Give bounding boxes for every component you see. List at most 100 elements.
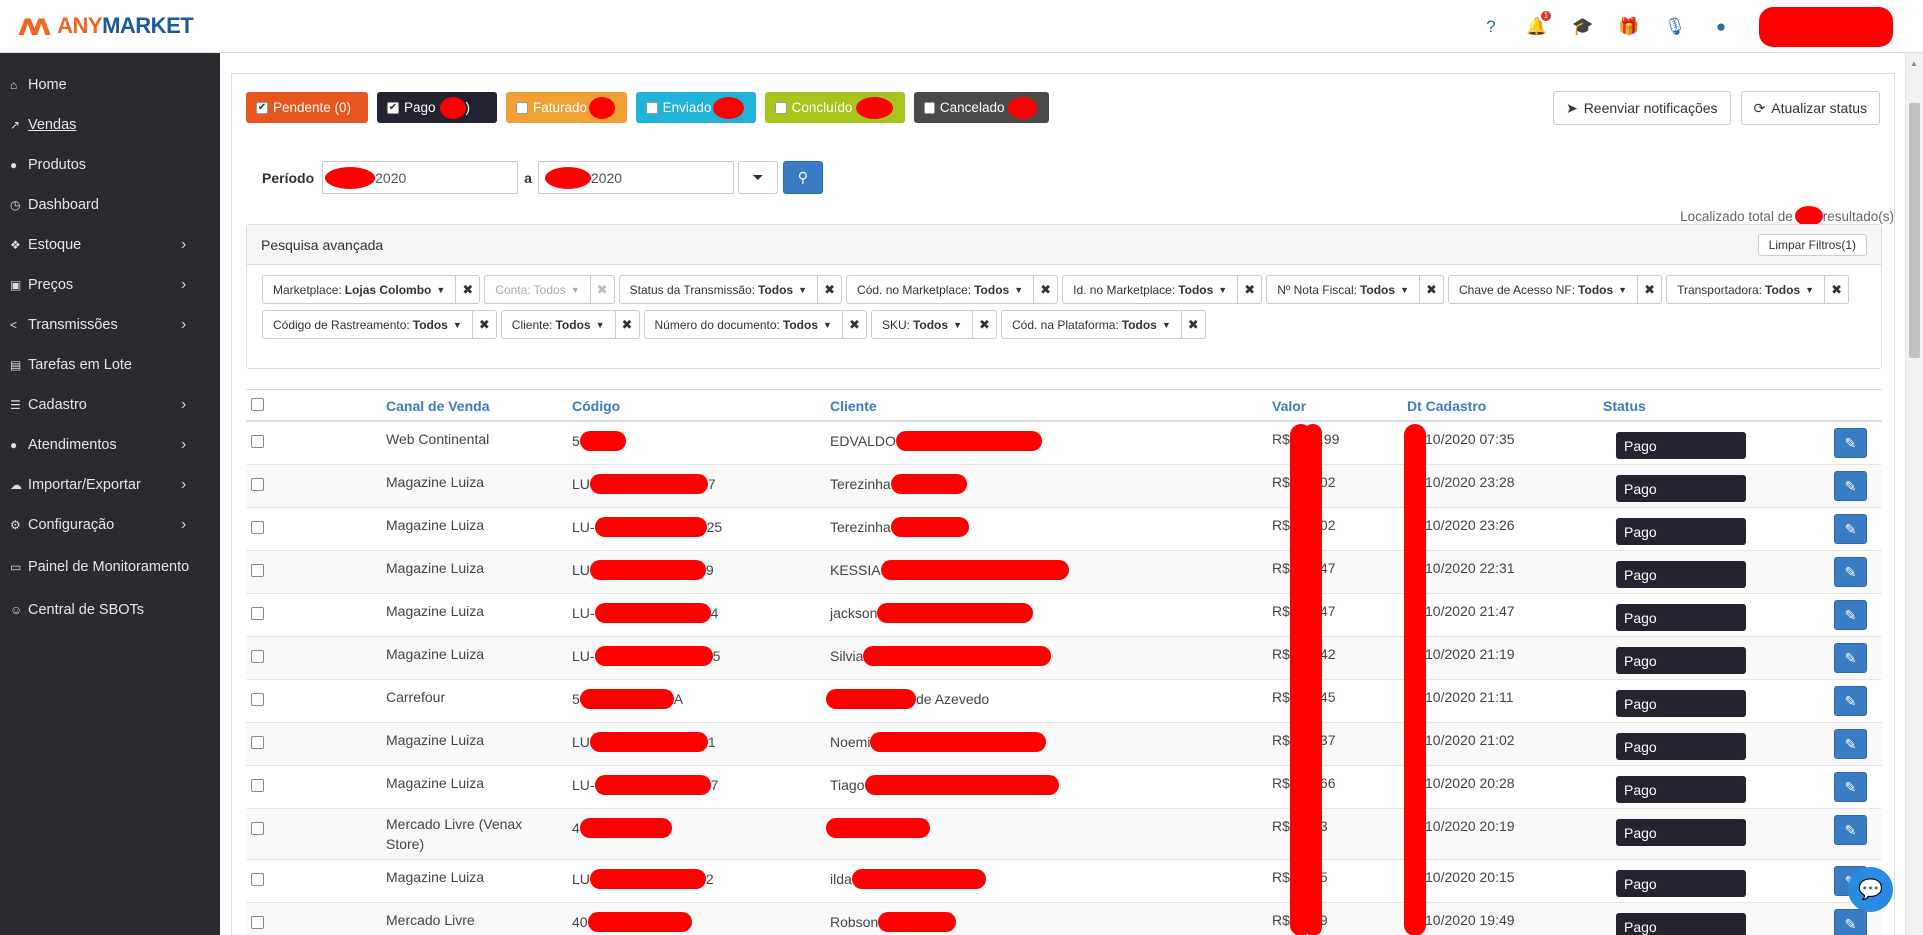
row-checkbox[interactable] xyxy=(251,873,264,886)
period-from-input[interactable]: 2020 xyxy=(322,161,519,194)
table-row[interactable]: Magazine Luiza LU- 7 Tiago R$ 66 10/2020 20:28… xyxy=(246,766,1882,809)
edit-button[interactable]: ✎ xyxy=(1834,772,1867,802)
period-to-input[interactable]: 2020 xyxy=(537,161,734,194)
edit-button[interactable]: ✎ xyxy=(1834,729,1867,759)
checkbox-checked-icon[interactable]: ✔ xyxy=(387,101,399,114)
edit-button[interactable]: ✎ xyxy=(1834,600,1867,630)
filter-chip-dropdown[interactable]: Id. no Marketplace: Todos ▼ xyxy=(1062,275,1239,304)
column-date[interactable]: Dt Cadastro xyxy=(1407,398,1486,414)
row-checkbox[interactable] xyxy=(251,822,264,835)
remove-filter-icon[interactable]: ✖ xyxy=(615,310,640,339)
filter-chip-dropdown[interactable]: Status da Transmissão: Todos ▼ xyxy=(618,275,819,304)
table-row[interactable]: Magazine Luiza LU- 5 Silvia R$ 42 10/2020 21:1… xyxy=(246,637,1882,680)
remove-filter-icon[interactable]: ✖ xyxy=(842,310,867,339)
checkbox-checked-icon[interactable]: ✔ xyxy=(256,101,268,114)
row-checkbox[interactable] xyxy=(251,650,264,663)
filter-chip-dropdown[interactable]: Código de Rastreamento: Todos ▼ xyxy=(262,310,473,339)
table-row[interactable]: Mercado Livre (Venax Store) 4 R$ 3 10/2020 2… xyxy=(246,809,1882,860)
row-checkbox[interactable] xyxy=(251,478,264,491)
refresh-status-button[interactable]: ⟳ Atualizar status xyxy=(1740,91,1880,125)
microphone-slash-icon[interactable]: 🎙 xyxy=(1663,17,1687,37)
sidebar-item-home[interactable]: ⌂ Home xyxy=(0,65,220,105)
edit-button[interactable]: ✎ xyxy=(1834,428,1867,458)
edit-button[interactable]: ✎ xyxy=(1834,815,1867,845)
sidebar-item-configuracao[interactable]: ⚙ Configuração › xyxy=(0,505,220,545)
sidebar-item-precos[interactable]: ▣ Preços › xyxy=(0,265,220,305)
checkbox-icon[interactable] xyxy=(924,101,935,114)
filter-chip-dropdown[interactable]: Número do documento: Todos ▼ xyxy=(643,310,843,339)
remove-filter-icon[interactable]: ✖ xyxy=(1034,275,1059,304)
remove-filter-icon[interactable]: ✖ xyxy=(456,275,481,304)
column-channel[interactable]: Canal de Venda xyxy=(386,398,489,414)
table-row[interactable]: Carrefour 5 Ade Azevedo R$ 45 10/2020 21:11 Pa… xyxy=(246,680,1882,723)
row-checkbox[interactable] xyxy=(251,916,264,929)
page-scrollbar[interactable]: ▲ xyxy=(1905,53,1923,935)
anymarket-logo[interactable]: ʌʌ ANYMARKET xyxy=(18,11,194,41)
filter-chip-dropdown[interactable]: Conta: Todos ▼ xyxy=(484,275,591,304)
sidebar-item-importar-exportar[interactable]: ☁ Importar/Exportar › xyxy=(0,465,220,505)
remove-filter-icon[interactable]: ✖ xyxy=(818,275,843,304)
sidebar-item-transmissoes[interactable]: < Transmissões › xyxy=(0,305,220,345)
row-checkbox[interactable] xyxy=(251,435,264,448)
edit-button[interactable]: ✎ xyxy=(1834,557,1867,587)
sidebar-item-central-de-sbots[interactable]: ☺ Central de SBOTs xyxy=(0,588,220,631)
scroll-thumb[interactable] xyxy=(1909,103,1920,358)
row-checkbox[interactable] xyxy=(251,607,264,620)
resend-notifications-button[interactable]: ➤ Reenviar notificações xyxy=(1552,91,1731,125)
filter-button[interactable]: ⏷ xyxy=(737,161,778,194)
table-row[interactable]: Magazine Luiza LU 7 Terezinha R$ 02 10/2020 23… xyxy=(246,465,1882,508)
filter-chip-dropdown[interactable]: Cód. na Plataforma: Todos ▼ xyxy=(1000,310,1182,339)
row-checkbox[interactable] xyxy=(251,779,264,792)
remove-filter-icon[interactable]: ✖ xyxy=(972,310,997,339)
table-row[interactable]: Magazine Luiza LU- 25 Terezinha R$ 02 10/2020 … xyxy=(246,508,1882,551)
edit-button[interactable]: ✎ xyxy=(1834,514,1867,544)
clear-filters-button[interactable]: Limpar Filtros(1) xyxy=(1757,234,1867,256)
remove-filter-icon[interactable]: ✖ xyxy=(1238,275,1263,304)
filter-enviado-button[interactable]: Enviado xyxy=(636,92,756,123)
filter-chip-dropdown[interactable]: Marketplace: Lojas Colombo ▼ xyxy=(262,275,457,304)
user-menu[interactable] xyxy=(1759,6,1893,47)
bell-icon[interactable]: 🔔 1 xyxy=(1525,10,1551,37)
row-checkbox[interactable] xyxy=(251,521,264,534)
column-code[interactable]: Código xyxy=(572,398,620,414)
chat-button[interactable]: 💬 xyxy=(1848,867,1893,912)
remove-filter-icon[interactable]: ✖ xyxy=(472,310,497,339)
table-row[interactable]: Mercado Livre 40 Robson R$ 9 10/2020 19:49 Pag… xyxy=(246,903,1882,935)
remove-filter-icon[interactable]: ✖ xyxy=(1419,275,1444,304)
filter-faturado-button[interactable]: Faturado xyxy=(506,92,627,123)
edit-button[interactable]: ✎ xyxy=(1834,471,1867,501)
filter-chip-dropdown[interactable]: Cliente: Todos ▼ xyxy=(500,310,616,339)
search-button[interactable]: ⚲ xyxy=(782,161,823,194)
row-checkbox[interactable] xyxy=(251,736,264,749)
help-icon[interactable]: ? xyxy=(1479,17,1503,37)
filter-chip-dropdown[interactable]: Cód. no Marketplace: Todos ▼ xyxy=(846,275,1035,304)
checkbox-icon[interactable] xyxy=(646,101,658,114)
table-row[interactable]: Magazine Luiza LU 1 Noemi R$ 37 10/2020 21:02 P… xyxy=(246,723,1882,766)
globe-icon[interactable]: ● xyxy=(1709,17,1733,37)
edit-button[interactable]: ✎ xyxy=(1834,909,1867,935)
column-value[interactable]: Valor xyxy=(1272,398,1306,414)
row-checkbox[interactable] xyxy=(251,693,264,706)
checkbox-icon[interactable] xyxy=(775,101,787,114)
remove-filter-icon[interactable]: ✖ xyxy=(1638,275,1663,304)
filter-chip-dropdown[interactable]: Chave de Acesso NF: Todos ▼ xyxy=(1447,275,1639,304)
filter-pendente-button[interactable]: ✔ Pendente (0) xyxy=(246,92,368,123)
checkbox-icon[interactable] xyxy=(516,101,528,114)
filter-chip-dropdown[interactable]: Nº Nota Fiscal: Todos ▼ xyxy=(1266,275,1420,304)
sidebar-item-vendas[interactable]: ↗ Vendas xyxy=(0,105,220,145)
table-row[interactable]: Magazine Luiza LU 9 KESSIA R$ 47 10/2020 22:31… xyxy=(246,551,1882,594)
sidebar-item-painel-de-monitoramento[interactable]: ▭ Painel de Monitoramento xyxy=(0,545,220,588)
table-row[interactable]: Magazine Luiza LU- 4 jackson R$ 47 10/2020 21:… xyxy=(246,594,1882,637)
sidebar-item-estoque[interactable]: ❖ Estoque › xyxy=(0,225,220,265)
filter-chip-dropdown[interactable]: Transportadora: Todos ▼ xyxy=(1666,275,1826,304)
sidebar-item-atendimentos[interactable]: ● Atendimentos › xyxy=(0,425,220,465)
edit-button[interactable]: ✎ xyxy=(1834,643,1867,673)
filter-chip-dropdown[interactable]: SKU: Todos ▼ xyxy=(870,310,973,339)
column-status[interactable]: Status xyxy=(1603,398,1646,414)
edit-button[interactable]: ✎ xyxy=(1834,686,1867,716)
row-checkbox[interactable] xyxy=(251,564,264,577)
remove-filter-icon[interactable]: ✖ xyxy=(1181,310,1206,339)
filter-pago-button[interactable]: ✔ Pago ) xyxy=(377,92,497,123)
column-client[interactable]: Cliente xyxy=(830,398,877,414)
remove-filter-icon[interactable]: ✖ xyxy=(590,275,615,304)
